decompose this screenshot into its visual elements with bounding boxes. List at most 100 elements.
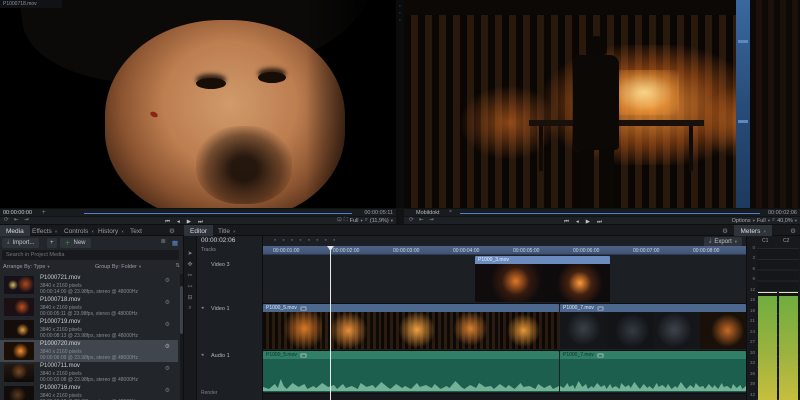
editor-seek-row: Mobildokt × 00:00:02:06 xyxy=(404,208,800,216)
gear-icon[interactable]: ⚙ xyxy=(169,227,175,235)
sort-icon[interactable]: ⇅ xyxy=(175,263,180,270)
video-art-shadow xyxy=(306,0,396,208)
add-button[interactable]: + xyxy=(47,237,57,248)
media-item[interactable]: P1000711.mov 3840 x 2160 pixels 00:00:03… xyxy=(0,362,178,384)
panel-tab-bar: Media Effects × Controls × History × Tex… xyxy=(0,224,800,237)
timeline-panel: ➤ ✥ ✂ ⇿ ⊟ ⌕ 00:00:02:06 Tracks Video 3 ◂… xyxy=(184,236,746,400)
new-button[interactable]: ＋ New xyxy=(60,237,91,248)
gear-icon[interactable]: ⚙ xyxy=(165,387,170,394)
goto-in-icon[interactable]: ⇤ xyxy=(419,217,424,224)
group-by-dropdown[interactable]: Group By: Folder ▾ xyxy=(95,264,141,270)
add-point-button[interactable]: + xyxy=(42,210,46,216)
media-item-detail: 00:00:06:09 @ 23.98fps, stereo @ 48000Hz xyxy=(40,355,138,361)
arrange-by-dropdown[interactable]: Arrange By: Type ▾ xyxy=(3,264,50,270)
magnify-icon[interactable]: ⌕ xyxy=(772,218,775,224)
trimmer-seek-bar[interactable] xyxy=(84,212,352,214)
clip-video1-b[interactable]: P1000_7.mov m xyxy=(560,304,746,349)
clip-video1-a[interactable]: P1000_5.mov m xyxy=(263,304,559,349)
ripple-tool-icon[interactable]: ⊟ xyxy=(184,294,196,301)
clip-frame xyxy=(606,312,653,349)
video-art-figure-body xyxy=(573,55,619,150)
list-view-icon[interactable]: ≣ xyxy=(161,238,166,246)
close-icon[interactable]: × xyxy=(449,210,452,215)
zoom-tool-icon[interactable]: ⌕ xyxy=(184,305,196,312)
collapse-icon[interactable]: ◂ xyxy=(201,306,204,311)
audio-waveform xyxy=(560,381,746,391)
clip-frame xyxy=(263,312,323,349)
clip-audio-b[interactable]: P1000_7.mov m xyxy=(560,351,746,392)
timeline-ruler[interactable]: 00:00:01:00 00:00:02:00 00:00:03:00 00:0… xyxy=(263,246,746,255)
media-scrollbar[interactable] xyxy=(180,274,183,400)
track-label-video3[interactable]: Video 3 xyxy=(211,262,230,268)
media-thumbnail xyxy=(4,320,34,338)
media-item[interactable]: P1000718.mov 3840 x 2160 pixels 00:00:05… xyxy=(0,296,178,318)
clip-frame xyxy=(440,312,500,349)
clip-frame xyxy=(475,264,543,302)
video-art-fire-core xyxy=(609,70,679,115)
media-item-name: P1000719.mov xyxy=(40,319,81,325)
new-button-label: New xyxy=(73,239,86,246)
ruler-label: 00:00:04:00 xyxy=(453,247,480,254)
collapse-icon[interactable]: ◂ xyxy=(201,353,204,358)
meter-scale-label: 21 xyxy=(749,318,755,323)
select-tool-icon[interactable]: ➤ xyxy=(184,250,196,257)
viewer-divider[interactable]: ▪ ▪ ▪ xyxy=(396,0,404,208)
gear-icon[interactable]: ⚙ xyxy=(165,343,170,350)
clip-name: P1000_7.mov xyxy=(563,305,594,311)
track-label-audio1[interactable]: Audio 1 xyxy=(211,353,230,359)
media-item-selected[interactable]: P1000720.mov 3840 x 2160 pixels 00:00:06… xyxy=(0,340,178,362)
playhead-line[interactable] xyxy=(330,246,331,400)
timeline-timecode[interactable]: 00:00:02:06 xyxy=(201,237,235,244)
clip-header: P1000_7.mov m xyxy=(560,351,746,359)
close-icon[interactable]: × xyxy=(233,229,236,234)
track-label-video1[interactable]: Video 1 xyxy=(211,306,230,312)
gear-icon[interactable]: ⚙ xyxy=(165,277,170,284)
media-scrollbar-thumb[interactable] xyxy=(180,286,183,334)
import-button[interactable]: ⤓ Import... xyxy=(2,237,40,248)
gear-icon[interactable]: ⚙ xyxy=(722,227,728,235)
clip-badge: m xyxy=(299,305,308,311)
slip-tool-icon[interactable]: ⇿ xyxy=(184,283,196,290)
editor-controls-row: ⟳ ⇤ ⇥ ⏮ ◂ ▶ ⏭ Options ▾ Full ▾ ⌕ 40,0% ▾ xyxy=(404,216,800,225)
meter-channel-label: C2 xyxy=(783,238,790,244)
meter-scale-label: 27 xyxy=(749,339,755,344)
editor-viewer xyxy=(404,0,800,208)
goto-in-icon[interactable]: ⇤ xyxy=(14,217,19,224)
gear-icon[interactable]: ⚙ xyxy=(165,299,170,306)
goto-out-icon[interactable]: ⇥ xyxy=(429,217,434,224)
media-item[interactable]: P1000719.mov 3840 x 2160 pixels 00:00:08… xyxy=(0,318,178,340)
clip-video3[interactable]: P1000_3.mov xyxy=(475,256,610,302)
close-icon[interactable]: × xyxy=(763,229,766,234)
meter-channel-label: C1 xyxy=(762,238,769,244)
close-icon[interactable]: × xyxy=(55,229,58,234)
editor-seek-bar[interactable] xyxy=(460,212,760,214)
app-window: P1000718.mov ▪ ▪ ▪ 00:00:00:00 + 00:00:0… xyxy=(0,0,800,400)
grid-view-icon[interactable]: ▦ xyxy=(172,239,178,247)
meter-scale-label: 36 xyxy=(749,371,755,376)
slice-tool-icon[interactable]: ✂ xyxy=(184,272,196,279)
gear-icon[interactable]: ⚙ xyxy=(165,365,170,372)
trimmer-tab[interactable]: P1000718.mov xyxy=(0,0,62,8)
guides-icon[interactable]: ⊡ xyxy=(337,218,342,224)
media-item[interactable]: P1000716.mov 3840 x 2160 pixels 00:00:10… xyxy=(0,384,178,400)
goto-out-icon[interactable]: ⇥ xyxy=(24,217,29,224)
media-item-name: P1000718.mov xyxy=(40,297,81,303)
meter-scale-label: 12 xyxy=(749,287,755,292)
tracks-label: Tracks xyxy=(201,247,216,253)
magnify-icon[interactable]: ⌕ xyxy=(365,218,368,224)
meter-scale-label: 30 xyxy=(749,350,755,355)
loop-icon[interactable]: ⟳ xyxy=(409,217,414,224)
media-item[interactable]: P1000721.mov 3840 x 2160 pixels 00:00:14… xyxy=(0,274,178,296)
gear-icon[interactable]: ⚙ xyxy=(790,227,796,235)
hand-tool-icon[interactable]: ✥ xyxy=(184,261,196,268)
ruler-label: 00:00:07:00 xyxy=(633,247,660,254)
gear-icon[interactable]: ⚙ xyxy=(165,321,170,328)
clip-name: P1000_7.mov xyxy=(563,352,594,358)
clip-frame xyxy=(499,312,559,349)
search-input[interactable] xyxy=(2,250,179,260)
timeline-tool-strip: ➤ ✥ ✂ ⇿ ⊟ ⌕ xyxy=(184,236,197,400)
loop-icon[interactable]: ⟳ xyxy=(4,217,9,224)
meter-peak-line xyxy=(758,292,777,293)
fit-icon[interactable]: ⛶ xyxy=(344,218,348,224)
clip-audio-a[interactable]: P1000_5.mov m xyxy=(263,351,559,392)
